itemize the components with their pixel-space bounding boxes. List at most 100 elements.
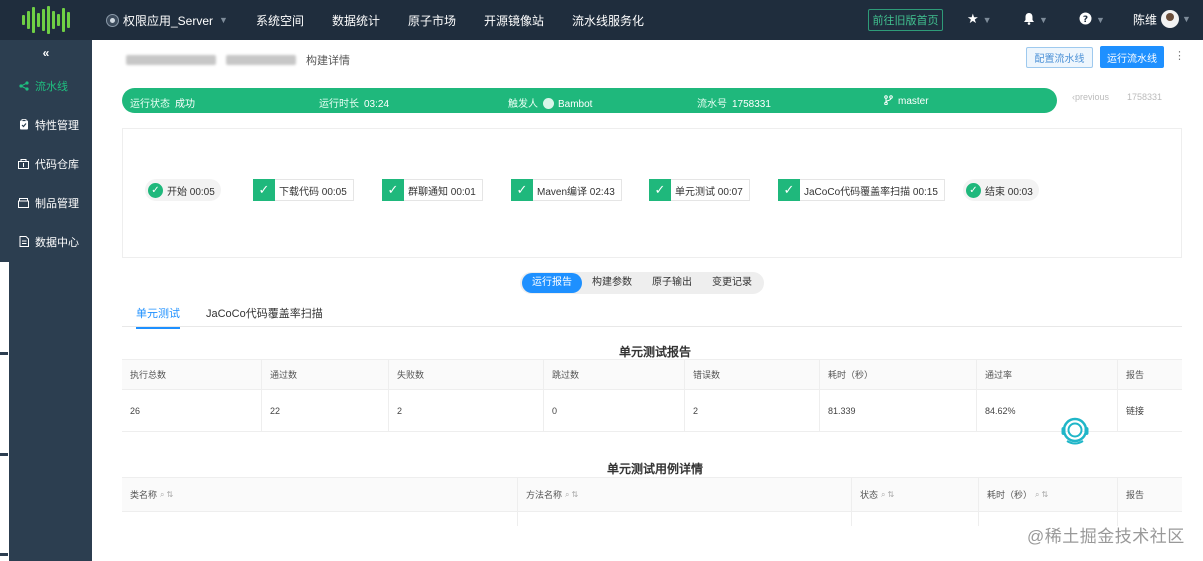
help-menu[interactable]: ? ▼ (1079, 11, 1105, 26)
sidebar-item-repository[interactable]: 代码仓库 (0, 144, 92, 183)
stage-maven[interactable]: ✓ Maven编译 02:43 (511, 178, 622, 201)
table-cell: 22 (262, 390, 389, 431)
watermark: @稀土掘金技术社区 (1027, 527, 1185, 546)
report-tabs: 运行报告 构建参数 原子输出 变更记录 (520, 272, 764, 294)
blurred-text (226, 55, 296, 65)
table-header: 失败数 (389, 360, 544, 389)
sort-icon: ⇅ (887, 490, 895, 499)
sidebar-item-feature[interactable]: 特性管理 (0, 105, 92, 144)
table-header: 通过率 (977, 360, 1118, 389)
chevron-down-icon: ▼ (1039, 15, 1048, 25)
table-header: 执行总数 (122, 360, 262, 389)
report-link[interactable]: 链接 (1118, 390, 1182, 431)
check-icon: ✓ (382, 178, 404, 201)
share-icon (18, 80, 29, 91)
stage-notify[interactable]: ✓ 群聊通知 00:01 (382, 178, 483, 201)
stage-jacoco[interactable]: ✓ JaCoCo代码覆盖率扫描 00:15 (778, 178, 945, 201)
search-icon: ⌕ (160, 489, 165, 499)
nav-mirror-site[interactable]: 开源镜像站 (484, 12, 544, 29)
status-branch: master (884, 95, 929, 107)
sidebar-edge-tick (0, 453, 8, 456)
notifications-menu[interactable]: ▼ (1023, 11, 1048, 26)
blurred-text (126, 55, 216, 65)
divider (122, 326, 1182, 327)
nav-system-space[interactable]: 系统空间 (256, 12, 304, 29)
sidebar-edge (0, 262, 9, 561)
report-title: 单元测试报告 (619, 345, 692, 359)
chevron-down-icon: ▼ (219, 15, 228, 25)
table-header-method[interactable]: 方法名称 ⌕ ⇅ (518, 478, 852, 511)
table-header-class[interactable]: 类名称 ⌕ ⇅ (122, 478, 518, 511)
more-icon[interactable]: ⋮ (1174, 49, 1185, 62)
table-row (122, 512, 1182, 526)
nav-statistics[interactable]: 数据统计 (332, 12, 380, 29)
check-icon: ✓ (253, 178, 275, 201)
page-title: 构建详情 (306, 55, 350, 67)
help-icon: ? (1079, 12, 1092, 25)
table-header: 报告 (1126, 490, 1145, 500)
sort-icon: ⇅ (1041, 490, 1049, 499)
tab-change-log[interactable]: 变更记录 (702, 273, 762, 293)
svg-text:?: ? (1083, 15, 1088, 25)
sidebar-item-label: 代码仓库 (35, 158, 79, 171)
sidebar-edge-tick (0, 553, 8, 556)
table-cell: 2 (389, 390, 544, 431)
stage-start[interactable]: ✓ 开始 00:05 (145, 179, 221, 201)
customer-support-icon[interactable] (1058, 414, 1092, 448)
table-header: 通过数 (262, 360, 389, 389)
table-cell: 0 (544, 390, 685, 431)
table-header-status[interactable]: 状态 ⌕ ⇅ (852, 478, 979, 511)
collapse-sidebar-button[interactable]: « (0, 40, 92, 66)
check-icon: ✓ (511, 178, 533, 201)
status-number: 流水号 1758331 (697, 99, 771, 110)
status-duration: 运行时长 03:24 (319, 99, 390, 110)
table-header-row: 类名称 ⌕ ⇅ 方法名称 ⌕ ⇅ 状态 ⌕ ⇅ 耗时（秒） ⌕ ⇅ 报告 (122, 478, 1182, 512)
previous-build-link[interactable]: ‹previous (1072, 92, 1109, 102)
nav-atom-market[interactable]: 原子市场 (408, 12, 456, 29)
avatar (1161, 10, 1180, 28)
stage-end[interactable]: ✓ 结束 00:03 (963, 179, 1039, 201)
clipboard-icon (18, 119, 29, 130)
old-version-button[interactable]: 前往旧版首页 (868, 9, 943, 31)
cases-table: 类名称 ⌕ ⇅ 方法名称 ⌕ ⇅ 状态 ⌕ ⇅ 耗时（秒） ⌕ ⇅ 报告 (122, 477, 1182, 526)
main-content: 构建详情 配置流水线 运行流水线 ⋮ 运行状态 成功 运行时长 03:24 触发人 B… (92, 40, 1203, 561)
table-cell (852, 512, 979, 526)
favorites-menu[interactable]: ★ ▼ (967, 11, 992, 27)
table-cell: 2 (685, 390, 820, 431)
table-header: 跳过数 (544, 360, 685, 389)
table-header-row: 执行总数 通过数 失败数 跳过数 错误数 耗时（秒） 通过率 报告 (122, 360, 1182, 390)
table-header-duration[interactable]: 耗时（秒） ⌕ ⇅ (979, 478, 1118, 511)
check-icon: ✓ (966, 182, 981, 198)
sidebar-edge-tick (0, 352, 8, 355)
run-pipeline-button[interactable]: 运行流水线 (1100, 46, 1164, 68)
table-cell (518, 512, 852, 526)
star-icon: ★ (967, 11, 979, 26)
robot-icon (543, 98, 554, 109)
config-pipeline-button[interactable]: 配置流水线 (1026, 47, 1093, 68)
tab-atom-output[interactable]: 原子输出 (642, 273, 702, 293)
table-row: 26 22 2 0 2 81.339 84.62% 链接 (122, 390, 1182, 432)
sidebar-item-artifact[interactable]: 制品管理 (0, 183, 92, 222)
cases-title: 单元测试用例详情 (607, 462, 704, 476)
top-bar: 权限应用_Server ▼ 系统空间 数据统计 原子市场 开源镜像站 流水线服务… (0, 0, 1203, 40)
tab-run-report[interactable]: 运行报告 (522, 273, 582, 293)
sidebar-item-label: 特性管理 (35, 119, 79, 132)
sidebar-item-pipeline[interactable]: 流水线 (0, 66, 92, 105)
check-icon: ✓ (649, 178, 671, 201)
status-state: 运行状态 成功 (130, 99, 195, 110)
chevron-down-icon: ▼ (982, 15, 992, 25)
project-icon (106, 13, 119, 27)
tab-build-params[interactable]: 构建参数 (582, 273, 642, 293)
project-selector[interactable]: 权限应用_Server ▼ (106, 12, 228, 29)
stage-checkout[interactable]: ✓ 下载代码 00:05 (253, 178, 354, 201)
app-logo[interactable] (0, 0, 92, 40)
sidebar-item-data-center[interactable]: 数据中心 (0, 222, 92, 261)
user-menu[interactable]: 陈维 ▼ (1133, 10, 1191, 28)
sort-icon: ⇅ (166, 490, 174, 499)
nav-pipeline-service[interactable]: 流水线服务化 (572, 12, 644, 29)
stage-unit-test[interactable]: ✓ 单元测试 00:07 (649, 178, 750, 201)
breadcrumb: 构建详情 (126, 52, 350, 68)
branch-icon (884, 95, 893, 106)
pipeline-stages: ✓ 开始 00:05 ✓ 下载代码 00:05 ✓ 群聊通知 00:01 ✓ Maven… (122, 128, 1182, 258)
check-icon: ✓ (778, 178, 800, 201)
